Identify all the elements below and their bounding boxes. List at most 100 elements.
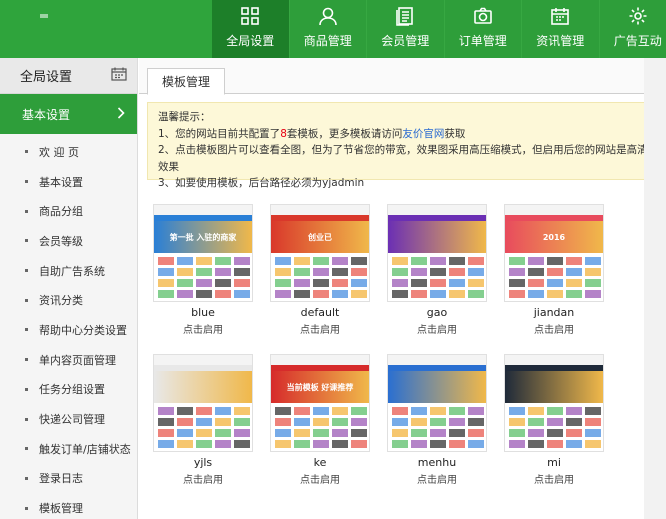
template-thumbnail[interactable] [387,204,487,302]
thumb-product-block [215,418,231,426]
enable-template-link[interactable]: 点击启用 [387,321,487,336]
sidebar-list: 欢 迎 页 基本设置 商品分组 会员等级 自助广告系统 资讯分类 帮助中心分类设… [0,134,137,519]
sidebar-section-basic[interactable]: 基本设置 [0,94,137,134]
thumb-header [154,355,252,365]
tips-line-1: 1、您的网站目前共配置了8套模板，更多模板请访问友价官网获取 [158,127,466,140]
nav-global-settings[interactable]: 全局设置 [212,0,290,58]
thumb-product-block [468,279,484,287]
template-name: ke [313,456,327,469]
thumb-banner: 2016 [505,221,603,253]
thumb-banner-text: 当前模板 好课推荐 [286,382,354,392]
sidebar-item[interactable]: 任务分组设置 [0,375,137,405]
sidebar-item[interactable]: 会员等级 [0,226,137,256]
sidebar-item[interactable]: 帮助中心分类设置 [0,315,137,345]
thumb-product-block [392,257,408,265]
calendar-icon[interactable] [111,67,127,85]
thumb-product-block [468,440,484,448]
enable-template-link[interactable]: 点击启用 [153,321,253,336]
enable-template-link[interactable]: 点击启用 [387,471,487,486]
sidebar-item[interactable]: 单内容页面管理 [0,345,137,375]
thumb-banner [388,371,486,403]
thumb-product-block [566,429,582,437]
thumb-product-block [351,429,367,437]
thumb-product-block [449,418,465,426]
nav-orders[interactable]: 订单管理 [445,0,522,58]
thumb-product-block [158,429,174,437]
nav-news[interactable]: 资讯管理 [522,0,600,58]
template-card: 第一批 入驻的商家 blue 点击启用 [153,204,253,336]
thumb-header [388,355,486,365]
template-thumbnail[interactable] [387,354,487,452]
tips-box: 温馨提示： 1、您的网站目前共配置了8套模板，更多模板请访问友价官网获取 2、点… [147,102,666,189]
sidebar-item[interactable]: 欢 迎 页 [0,137,137,167]
template-card: yjls 点击启用 [153,354,253,486]
template-thumbnail[interactable]: 2016 [504,204,604,302]
thumb-product-block [411,440,427,448]
vertical-scrollbar[interactable] [644,58,666,519]
template-thumbnail[interactable]: 当前模板 好课推荐 [270,354,370,452]
tips-title: 温馨提示： [158,111,211,123]
sidebar-item[interactable]: 快递公司管理 [0,404,137,434]
thumb-product-block [566,290,582,298]
template-name: yjls [193,456,213,469]
thumb-product-block [158,440,174,448]
thumb-product-block [158,279,174,287]
thumb-banner-text: 第一批 入驻的商家 [169,232,237,242]
template-thumbnail[interactable] [504,354,604,452]
gear-icon [627,5,649,27]
thumb-product-block [294,268,310,276]
thumb-product-block [215,440,231,448]
official-site-link[interactable]: 友价官网 [402,128,444,140]
thumb-product-block [275,429,291,437]
nav-members[interactable]: 会员管理 [367,0,445,58]
thumb-product-block [234,407,250,415]
thumb-product-block [313,418,329,426]
thumb-product-block [177,429,193,437]
sidebar-item[interactable]: 登录日志 [0,464,137,494]
tab-template-management[interactable]: 模板管理 [147,68,226,95]
thumb-product-block [275,440,291,448]
template-thumbnail[interactable]: 第一批 入驻的商家 [153,204,253,302]
thumb-product-block [294,418,310,426]
thumb-product-block [215,279,231,287]
enable-template-link[interactable]: 点击启用 [153,471,253,486]
chevron-right-icon [117,106,125,122]
thumb-banner [505,371,603,403]
thumb-banner [388,221,486,253]
enable-template-link[interactable]: 点击启用 [504,471,604,486]
thumb-header [271,355,369,365]
template-thumbnail[interactable]: 创业已 [270,204,370,302]
thumb-product-block [468,407,484,415]
thumb-product-block [294,290,310,298]
thumb-product-block [332,407,348,415]
enable-template-link[interactable]: 点击启用 [270,471,370,486]
thumb-product-block [294,429,310,437]
nav-label: 全局设置 [226,34,275,48]
sidebar-item[interactable]: 触发订单/店铺状态 [0,434,137,464]
thumb-product-block [449,440,465,448]
sidebar: 全局设置 基本设置 欢 迎 页 基本设置 商品分组 会员等级 自助广告系统 资讯… [0,58,138,519]
template-thumbnail[interactable] [153,354,253,452]
thumb-product-block [196,407,212,415]
thumb-product-block [392,418,408,426]
enable-template-link[interactable]: 点击启用 [504,321,604,336]
thumb-product-block [234,418,250,426]
template-name: menhu [417,456,457,469]
sidebar-item[interactable]: 商品分组 [0,196,137,226]
thumb-product-block [509,440,525,448]
nav-ads[interactable]: 广告互动 [600,0,666,58]
thumb-product-block [449,429,465,437]
thumb-product-block [332,429,348,437]
thumb-product-block [411,279,427,287]
sidebar-item[interactable]: 模板管理 [0,493,137,519]
sidebar-item[interactable]: 自助广告系统 [0,256,137,286]
thumb-product-block [547,440,563,448]
thumb-product-block [468,257,484,265]
enable-template-link[interactable]: 点击启用 [270,321,370,336]
camera-icon [472,5,494,27]
thumb-product-block [585,290,601,298]
logo-area [0,0,212,58]
nav-products[interactable]: 商品管理 [290,0,367,58]
sidebar-item[interactable]: 资讯分类 [0,285,137,315]
sidebar-item[interactable]: 基本设置 [0,167,137,197]
